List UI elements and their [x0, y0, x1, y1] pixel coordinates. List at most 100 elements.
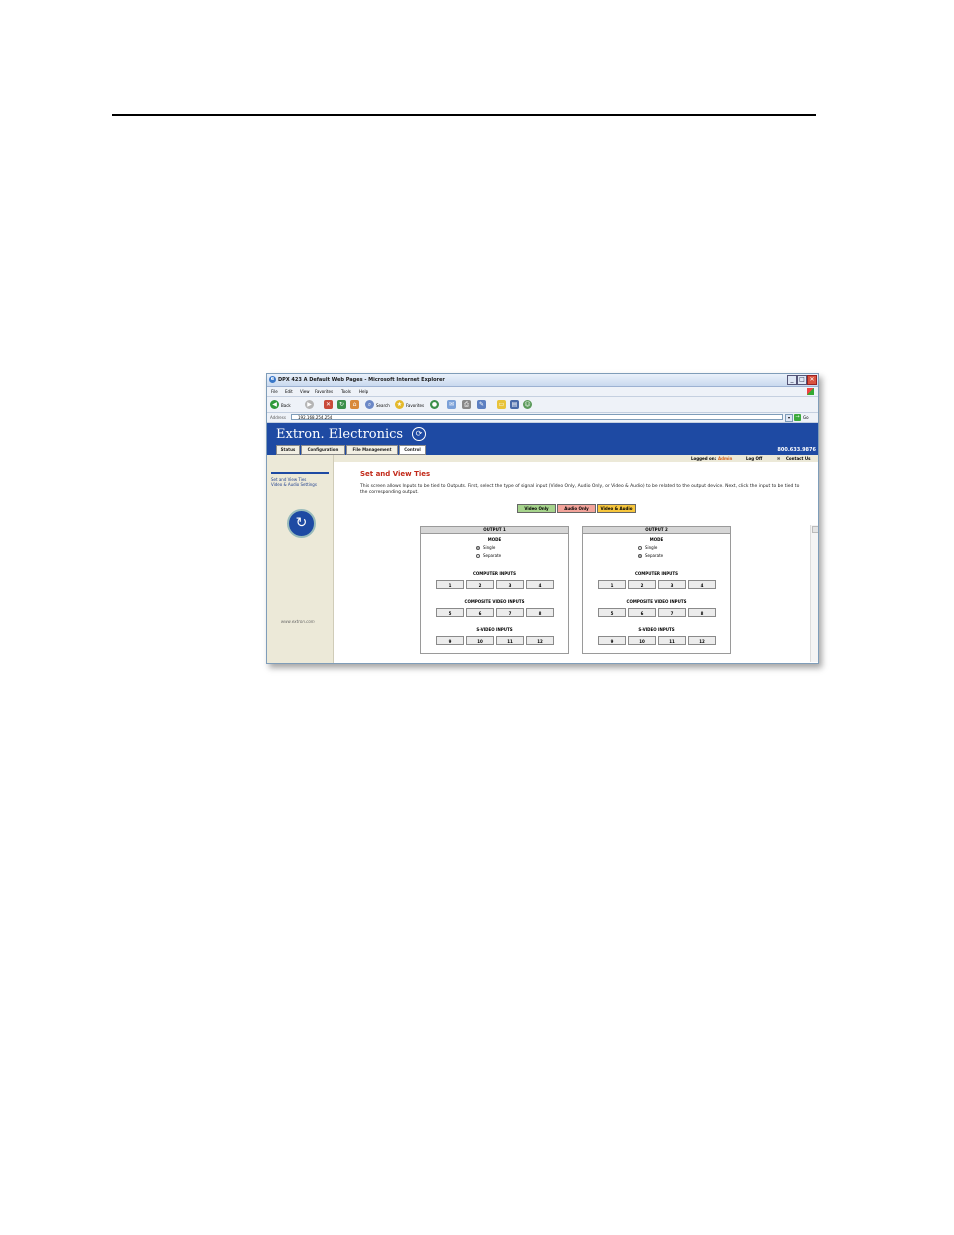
sidebar-item-video-audio-settings[interactable]: Video & Audio Settings [271, 482, 317, 487]
output-1-input-12-button[interactable]: 12 [526, 636, 554, 645]
video-audio-button[interactable]: Video & Audio [597, 504, 636, 513]
messenger-icon[interactable]: ☺ [523, 400, 532, 409]
video-only-button[interactable]: Video Only [517, 504, 556, 513]
main-content: Set and View Ties This screen allows Inp… [334, 463, 810, 663]
output-2-input-6-button[interactable]: 6 [628, 608, 656, 617]
radio-selected-icon[interactable] [638, 554, 642, 558]
go-button[interactable]: Go [803, 415, 809, 420]
back-icon[interactable]: ◀ [270, 400, 279, 409]
radio-unselected-icon[interactable] [638, 546, 642, 550]
page-title: Set and View Ties [360, 470, 431, 478]
menu-file[interactable]: File [271, 389, 278, 394]
output-2-input-12-button[interactable]: 12 [688, 636, 716, 645]
output-2-input-9-button[interactable]: 9 [598, 636, 626, 645]
output-2-input-8-button[interactable]: 8 [688, 608, 716, 617]
print-icon[interactable]: ⎙ [462, 400, 471, 409]
audio-only-button[interactable]: Audio Only [557, 504, 596, 513]
tab-control[interactable]: Control [399, 445, 426, 455]
logoff-link[interactable]: Log Off [746, 456, 762, 461]
windows-flag-icon [807, 388, 814, 395]
output-1-mode-separate[interactable]: Separate [476, 553, 501, 558]
output-2-input-2-button[interactable]: 2 [628, 580, 656, 589]
research-icon[interactable]: ▤ [510, 400, 519, 409]
output-1-input-10-button[interactable]: 10 [466, 636, 494, 645]
menu-bar: File Edit View Favorites Tools Help [267, 387, 818, 397]
address-label: Address [270, 415, 286, 420]
output-1-composite-inputs-label: COMPOSITE VIDEO INPUTS [464, 599, 525, 604]
tab-configuration[interactable]: Configuration [301, 445, 345, 455]
media-icon[interactable]: ● [430, 400, 439, 409]
radio-selected-icon[interactable] [476, 546, 480, 550]
menu-view[interactable]: View [300, 389, 310, 394]
menu-tools[interactable]: Tools [341, 389, 351, 394]
page-scrollbar[interactable] [810, 525, 818, 662]
output-1-title: OUTPUT 1 [421, 527, 568, 534]
radio-unselected-icon[interactable] [476, 554, 480, 558]
go-arrow-icon[interactable]: → [794, 414, 801, 421]
output-2-input-7-button[interactable]: 7 [658, 608, 686, 617]
output-2-mode-single[interactable]: Single [638, 545, 657, 550]
output-1-mode-label: MODE [487, 537, 502, 542]
extron-banner: Extron. Electronics ⟳ 800.633.9876 Statu… [267, 423, 818, 455]
menu-help[interactable]: Help [359, 389, 368, 394]
back-label[interactable]: Back [281, 403, 291, 408]
edit-icon[interactable]: ✎ [477, 400, 486, 409]
page-description: This screen allows Inputs to be tied to … [360, 484, 800, 495]
folder-icon[interactable]: ▭ [497, 400, 506, 409]
title-bar: e DPX 423 A Default Web Pages - Microsof… [267, 374, 818, 387]
extron-url[interactable]: www.extron.com [281, 619, 315, 624]
tab-status[interactable]: Status [276, 445, 300, 455]
contact-icon[interactable]: ✉ [777, 456, 780, 461]
radio-label: Single [483, 545, 496, 550]
search-icon[interactable]: ⌕ [365, 400, 374, 409]
output-1-input-2-button[interactable]: 2 [466, 580, 494, 589]
mail-icon[interactable]: ✉ [447, 400, 456, 409]
address-dropdown-icon[interactable]: ▾ [785, 414, 793, 422]
output-1-mode-single[interactable]: Single [476, 545, 495, 550]
output-1-input-4-button[interactable]: 4 [526, 580, 554, 589]
tab-file-management[interactable]: File Management [346, 445, 398, 455]
window-title: DPX 423 A Default Web Pages - Microsoft … [278, 377, 445, 383]
address-bar: Address 192.168.254.254 ▾ → Go [267, 413, 818, 423]
output-1-input-11-button[interactable]: 11 [496, 636, 524, 645]
page-header-rule [112, 114, 816, 116]
output-2-input-3-button[interactable]: 3 [658, 580, 686, 589]
output-2-input-11-button[interactable]: 11 [658, 636, 686, 645]
output-1-input-9-button[interactable]: 9 [436, 636, 464, 645]
favorites-icon[interactable]: ★ [395, 400, 404, 409]
output-1-input-1-button[interactable]: 1 [436, 580, 464, 589]
favorites-label[interactable]: Favorites [406, 403, 424, 408]
search-label[interactable]: Search [376, 403, 390, 408]
output-1-input-7-button[interactable]: 7 [496, 608, 524, 617]
output-2-input-5-button[interactable]: 5 [598, 608, 626, 617]
close-button[interactable]: ✕ [807, 375, 817, 385]
menu-favorites[interactable]: Favorites [315, 389, 333, 394]
refresh-icon[interactable]: ↻ [337, 400, 346, 409]
contact-us-link[interactable]: Contact Us [786, 456, 810, 461]
output-1-input-8-button[interactable]: 8 [526, 608, 554, 617]
output-1-input-6-button[interactable]: 6 [466, 608, 494, 617]
output-1-input-3-button[interactable]: 3 [496, 580, 524, 589]
logged-on-label: Logged on: [691, 456, 717, 461]
ie-logo-icon: e [269, 376, 276, 383]
sidebar: Set and View Ties Video & Audio Settings… [267, 455, 334, 663]
phone-number: 800.633.9876 [777, 447, 816, 453]
output-1-svideo-inputs-label: S-VIDEO INPUTS [476, 627, 513, 632]
stop-icon[interactable]: ✕ [324, 400, 333, 409]
output-1-computer-inputs-label: COMPUTER INPUTS [472, 571, 517, 576]
extron-seal-icon: ↻ [287, 509, 316, 538]
extron-globe-icon: ⟳ [412, 427, 426, 441]
home-icon[interactable]: ⌂ [350, 400, 359, 409]
forward-icon[interactable]: ▶ [305, 400, 314, 409]
menu-edit[interactable]: Edit [285, 389, 293, 394]
output-2-input-1-button[interactable]: 1 [598, 580, 626, 589]
output-2-mode-separate[interactable]: Separate [638, 553, 663, 558]
browser-screenshot: e DPX 423 A Default Web Pages - Microsof… [266, 373, 819, 664]
output-1-input-5-button[interactable]: 5 [436, 608, 464, 617]
minimize-button[interactable]: _ [787, 375, 797, 385]
maximize-button[interactable]: □ [797, 375, 807, 385]
scroll-up-icon[interactable] [812, 526, 818, 533]
output-2-input-10-button[interactable]: 10 [628, 636, 656, 645]
output-2-input-4-button[interactable]: 4 [688, 580, 716, 589]
address-input[interactable]: 192.168.254.254 [291, 414, 783, 420]
